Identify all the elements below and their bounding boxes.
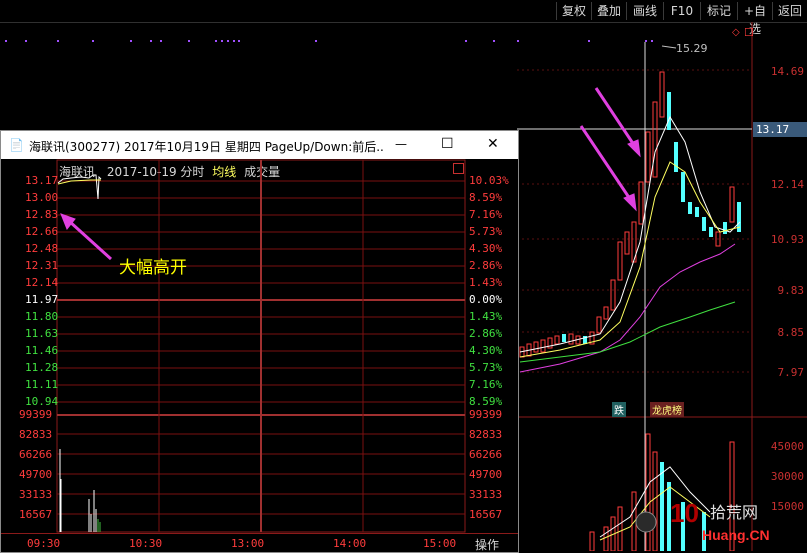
pct-label: 0.00% <box>469 293 503 306</box>
volume-label-right: 16567 <box>469 508 503 521</box>
back-button[interactable]: 返回 <box>772 2 807 20</box>
price-label: 11.28 <box>25 361 59 374</box>
event-tag-fall[interactable]: 跌 <box>612 402 626 417</box>
price-label: 11.80 <box>25 310 59 323</box>
intraday-window[interactable]: 📄 海联讯(300277) 2017年10月19日 星期四 PageUp/Dow… <box>0 130 519 553</box>
diamond-icon[interactable]: ◇ <box>732 27 740 38</box>
price-tick: 10.93 <box>770 233 804 246</box>
restore-icon[interactable]: ☐ <box>744 26 754 39</box>
price-tick: 9.83 <box>777 284 805 297</box>
pct-label: 10.03% <box>469 174 509 187</box>
volume-label-right: 99399 <box>469 408 503 421</box>
volume-tick: 45000 <box>770 440 804 453</box>
pct-label: 4.30% <box>469 242 503 255</box>
pct-label: 7.16% <box>469 378 503 391</box>
price-label: 12.31 <box>25 259 59 272</box>
price-label: 13.17 <box>25 174 59 187</box>
volume-label-left: 99399 <box>19 408 53 421</box>
watermark-logo: 10 拾荒网 Huang.CN <box>635 498 770 543</box>
main-arrows <box>579 87 641 212</box>
volume-label-left: 82833 <box>19 428 53 441</box>
draw-line-button[interactable]: 画线 <box>626 2 663 20</box>
pct-label: 2.86% <box>469 259 503 272</box>
price-label: 12.14 <box>25 276 59 289</box>
pct-label: 1.43% <box>469 310 503 323</box>
ops-button[interactable]: 操作 <box>475 536 499 553</box>
price-label: 11.97 <box>25 293 59 306</box>
volume-label-right: 49700 <box>469 468 503 481</box>
watermark: 10 拾荒网 Huang.CN <box>632 496 802 546</box>
time-axis: 09:30 10:30 13:00 14:00 15:00 操作 <box>1 533 518 553</box>
price-tick: 12.14 <box>770 178 804 191</box>
volume-label-left: 49700 <box>19 468 53 481</box>
price-label: 11.63 <box>25 327 59 340</box>
svg-text:10: 10 <box>670 498 699 528</box>
time-tick: 15:00 <box>423 537 457 550</box>
svg-text:Huang.CN: Huang.CN <box>702 527 770 543</box>
volume-label-left: 16567 <box>19 508 53 521</box>
maximize-icon[interactable]: ☐ <box>441 136 454 152</box>
minimize-icon[interactable]: — <box>395 137 407 151</box>
time-tick: 10:30 <box>129 537 163 550</box>
top-toolbar: 复权 叠加 画线 F10 标记 +自选 返回 <box>0 0 807 36</box>
overlay-button[interactable]: 叠加 <box>591 2 626 20</box>
price-label: 12.83 <box>25 208 59 221</box>
price-label: 12.66 <box>25 225 59 238</box>
current-price-tag: 13.17 <box>753 122 807 137</box>
open-arrow <box>60 213 113 261</box>
price-tick: 8.85 <box>777 326 805 339</box>
time-tick: 09:30 <box>27 537 61 550</box>
intraday-chart[interactable] <box>1 159 518 551</box>
event-tag-longhubang[interactable]: 龙虎榜 <box>650 402 684 417</box>
price-tick: 7.97 <box>777 366 805 379</box>
close-icon[interactable]: ✕ <box>487 136 499 152</box>
window-titlebar[interactable]: 📄 海联讯(300277) 2017年10月19日 星期四 PageUp/Dow… <box>1 131 518 159</box>
window-title: 海联讯(300277) 2017年10月19日 星期四 PageUp/Down:… <box>29 140 384 154</box>
svg-text:拾荒网: 拾荒网 <box>710 503 758 522</box>
time-tick: 14:00 <box>333 537 367 550</box>
price-label: 13.00 <box>25 191 59 204</box>
fuquan-button[interactable]: 复权 <box>556 2 591 20</box>
f10-button[interactable]: F10 <box>663 2 700 20</box>
volume-label-right: 66266 <box>469 448 503 461</box>
pct-label: 1.43% <box>469 276 503 289</box>
pct-label: 5.73% <box>469 361 503 374</box>
window-app-icon: 📄 <box>9 138 24 152</box>
pct-label: 2.86% <box>469 327 503 340</box>
volume-label-left: 66266 <box>19 448 53 461</box>
price-label: 11.46 <box>25 344 59 357</box>
volume-label-right: 82833 <box>469 428 503 441</box>
price-tick: 14.69 <box>770 65 804 78</box>
up-candles <box>519 71 735 358</box>
pct-label: 4.30% <box>469 344 503 357</box>
price-label: 10.94 <box>25 395 59 408</box>
mark-button[interactable]: 标记 <box>700 2 737 20</box>
time-tick: 13:00 <box>231 537 265 550</box>
volume-tick: 30000 <box>770 470 804 483</box>
pct-label: 8.59% <box>469 395 503 408</box>
high-price-label: 15.29 <box>676 42 708 55</box>
volume-label-right: 33133 <box>469 488 503 501</box>
annotation-label: 大幅高开 <box>119 258 187 278</box>
volume-label-left: 33133 <box>19 488 53 501</box>
down-candles <box>562 92 741 344</box>
price-label: 11.11 <box>25 378 59 391</box>
add-watchlist-button[interactable]: +自选 <box>737 2 772 36</box>
price-label: 12.48 <box>25 242 59 255</box>
event-marker-row <box>5 40 653 42</box>
pct-label: 7.16% <box>469 208 503 221</box>
pct-label: 5.73% <box>469 225 503 238</box>
pct-label: 8.59% <box>469 191 503 204</box>
